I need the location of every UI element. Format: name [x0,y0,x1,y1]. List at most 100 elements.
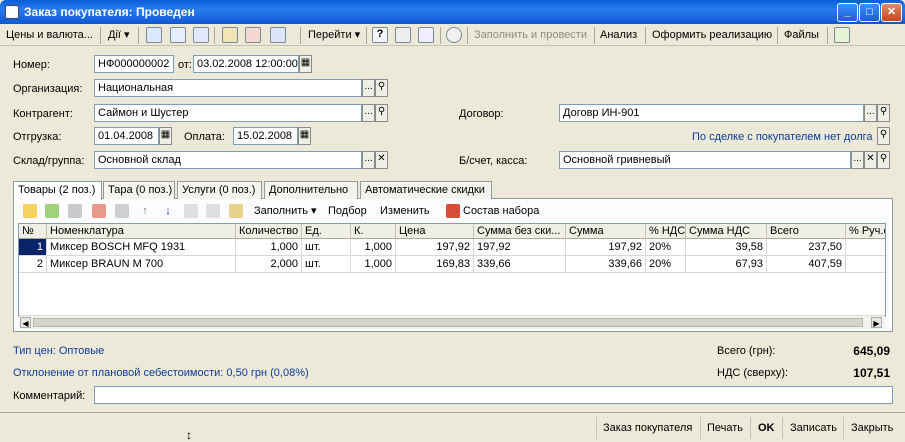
scroll-left-icon[interactable]: ◀ [20,317,31,328]
amount-cell[interactable]: 339,66 [566,256,646,273]
price-cell[interactable]: 169,83 [396,256,474,273]
close-button[interactable]: Закрыть [851,420,893,436]
select-button[interactable]: ... [851,151,864,169]
product-cell[interactable]: Миксер BOSCH MFQ 1931 [47,239,236,256]
checklist-icon[interactable] [418,27,434,43]
column-header[interactable]: К. [351,224,396,239]
calendar-icon[interactable]: ▦ [299,55,312,73]
account-field[interactable]: Основной гривневый [559,151,851,169]
total-cell[interactable]: 237,50 [767,239,846,256]
amount-no-discount-cell[interactable]: 339,66 [474,256,566,273]
shipment-date-field[interactable]: 01.04.2008 [94,127,159,145]
order-button[interactable]: Заказ покупателя [603,420,692,436]
amount-cell[interactable]: 197,92 [566,239,646,256]
tab-packaging[interactable]: Тара (0 поз.) [103,181,175,199]
change-button[interactable]: Изменить [380,202,430,220]
deal-debt-link[interactable]: По сделке с покупателем нет долга [692,131,873,143]
select-button[interactable]: ... [864,104,877,122]
scroll-thumb[interactable] [33,318,863,327]
column-header[interactable]: № [19,224,47,239]
export-icon[interactable] [834,27,850,43]
select-button[interactable]: ... [362,79,375,97]
fill-menu[interactable]: Заполнить ▾ [254,202,317,220]
analysis-button[interactable]: Анализ [600,27,637,43]
search-icon[interactable]: ⚲ [877,127,890,145]
help-icon[interactable]: ? [372,27,388,43]
copy-icon[interactable] [193,27,209,43]
cost-deviation-link[interactable]: Отклонение от плановой себестоимости: 0,… [13,367,309,379]
maximize-button[interactable]: □ [859,3,880,22]
column-header[interactable]: Цена [396,224,474,239]
row-number-cell[interactable]: 1 [19,239,47,256]
search-icon[interactable]: ⚲ [375,104,388,122]
vat-rate-cell[interactable]: 20% [646,256,686,273]
column-header[interactable]: Всего [767,224,846,239]
price-type-link[interactable]: Тип цен: Оптовые [13,345,104,357]
selection-button[interactable]: Подбор [328,202,367,220]
scroll-right-icon[interactable]: ▶ [871,317,882,328]
contract-field[interactable]: Договр ИН-901 [559,104,864,122]
files-button[interactable]: Файлы [784,27,819,43]
delete-row-icon[interactable] [92,204,106,218]
total-cell[interactable]: 407,59 [767,256,846,273]
date-field[interactable]: 03.02.2008 12:00:00 [193,55,299,73]
column-header[interactable]: Сумма [566,224,646,239]
payment-date-field[interactable]: 15.02.2008 [233,127,298,145]
comment-field[interactable] [94,386,893,404]
actions-menu[interactable]: Дії ▾ [108,27,130,43]
column-header[interactable]: Ед. [302,224,351,239]
organization-field[interactable]: Национальная [94,79,362,97]
end-edit-icon[interactable] [115,204,129,218]
unpost-document-icon[interactable] [245,27,261,43]
horizontal-scrollbar[interactable]: ◀ ▶ [19,315,885,329]
post-document-icon[interactable] [222,27,238,43]
search-icon[interactable]: ⚲ [877,151,890,169]
vat-rate-cell[interactable]: 20% [646,239,686,256]
save-button[interactable]: Записать [790,420,837,436]
unit-cell[interactable]: шт. [302,239,351,256]
structure-icon[interactable] [270,27,286,43]
make-sale-button[interactable]: Оформить реализацию [652,27,772,43]
amount-no-discount-cell[interactable]: 197,92 [474,239,566,256]
sort-desc-icon[interactable] [206,204,220,218]
add-row-icon[interactable] [23,204,37,218]
price-cell[interactable]: 197,92 [396,239,474,256]
kit-composition-button[interactable]: Состав набора [463,202,539,220]
barcode-icon[interactable] [229,204,243,218]
unit-cell[interactable]: шт. [302,256,351,273]
tab-goods[interactable]: Товары (2 поз.) [13,181,102,200]
quantity-cell[interactable]: 2,000 [236,256,302,273]
select-button[interactable]: ... [362,104,375,122]
vat-amount-cell[interactable]: 67,93 [686,256,767,273]
tab-auto-discounts[interactable]: Автоматические скидки [360,181,492,199]
column-header[interactable]: Номенклатура [47,224,236,239]
warehouse-field[interactable]: Основной склад [94,151,362,169]
goto-menu[interactable]: Перейти ▾ [308,27,360,43]
tab-additional[interactable]: Дополнительно [264,181,358,199]
goods-table[interactable]: № Номенклатура Количество Ед. К. Цена Су… [18,223,886,317]
edit-row-icon[interactable] [68,204,82,218]
kit-icon[interactable] [446,204,460,218]
search-icon[interactable]: ⚲ [877,104,890,122]
row-number-cell[interactable]: 2 [19,256,47,273]
prices-currency-button[interactable]: Цены и валюта... [6,27,93,43]
list-icon[interactable] [395,27,411,43]
manual-discount-cell[interactable] [846,256,885,273]
minimize-button[interactable]: _ [837,3,858,22]
search-icon[interactable]: ⚲ [375,79,388,97]
back-arrow-icon[interactable] [146,27,162,43]
sort-asc-icon[interactable] [184,204,198,218]
clock-icon[interactable] [446,27,462,43]
column-header[interactable]: Сумма НДС [686,224,767,239]
column-header[interactable]: Сумма без ски... [474,224,566,239]
tab-services[interactable]: Услуги (0 поз.) [177,181,262,199]
counterparty-field[interactable]: Саймон и Шустер [94,104,362,122]
column-header[interactable]: % НДС [646,224,686,239]
coef-cell[interactable]: 1,000 [351,239,396,256]
calendar-icon[interactable]: ▦ [159,127,172,145]
select-button[interactable]: ... [362,151,375,169]
clear-button[interactable]: ✕ [375,151,388,169]
clear-button[interactable]: ✕ [864,151,877,169]
coef-cell[interactable]: 1,000 [351,256,396,273]
product-cell[interactable]: Миксер BRAUN M 700 [47,256,236,273]
